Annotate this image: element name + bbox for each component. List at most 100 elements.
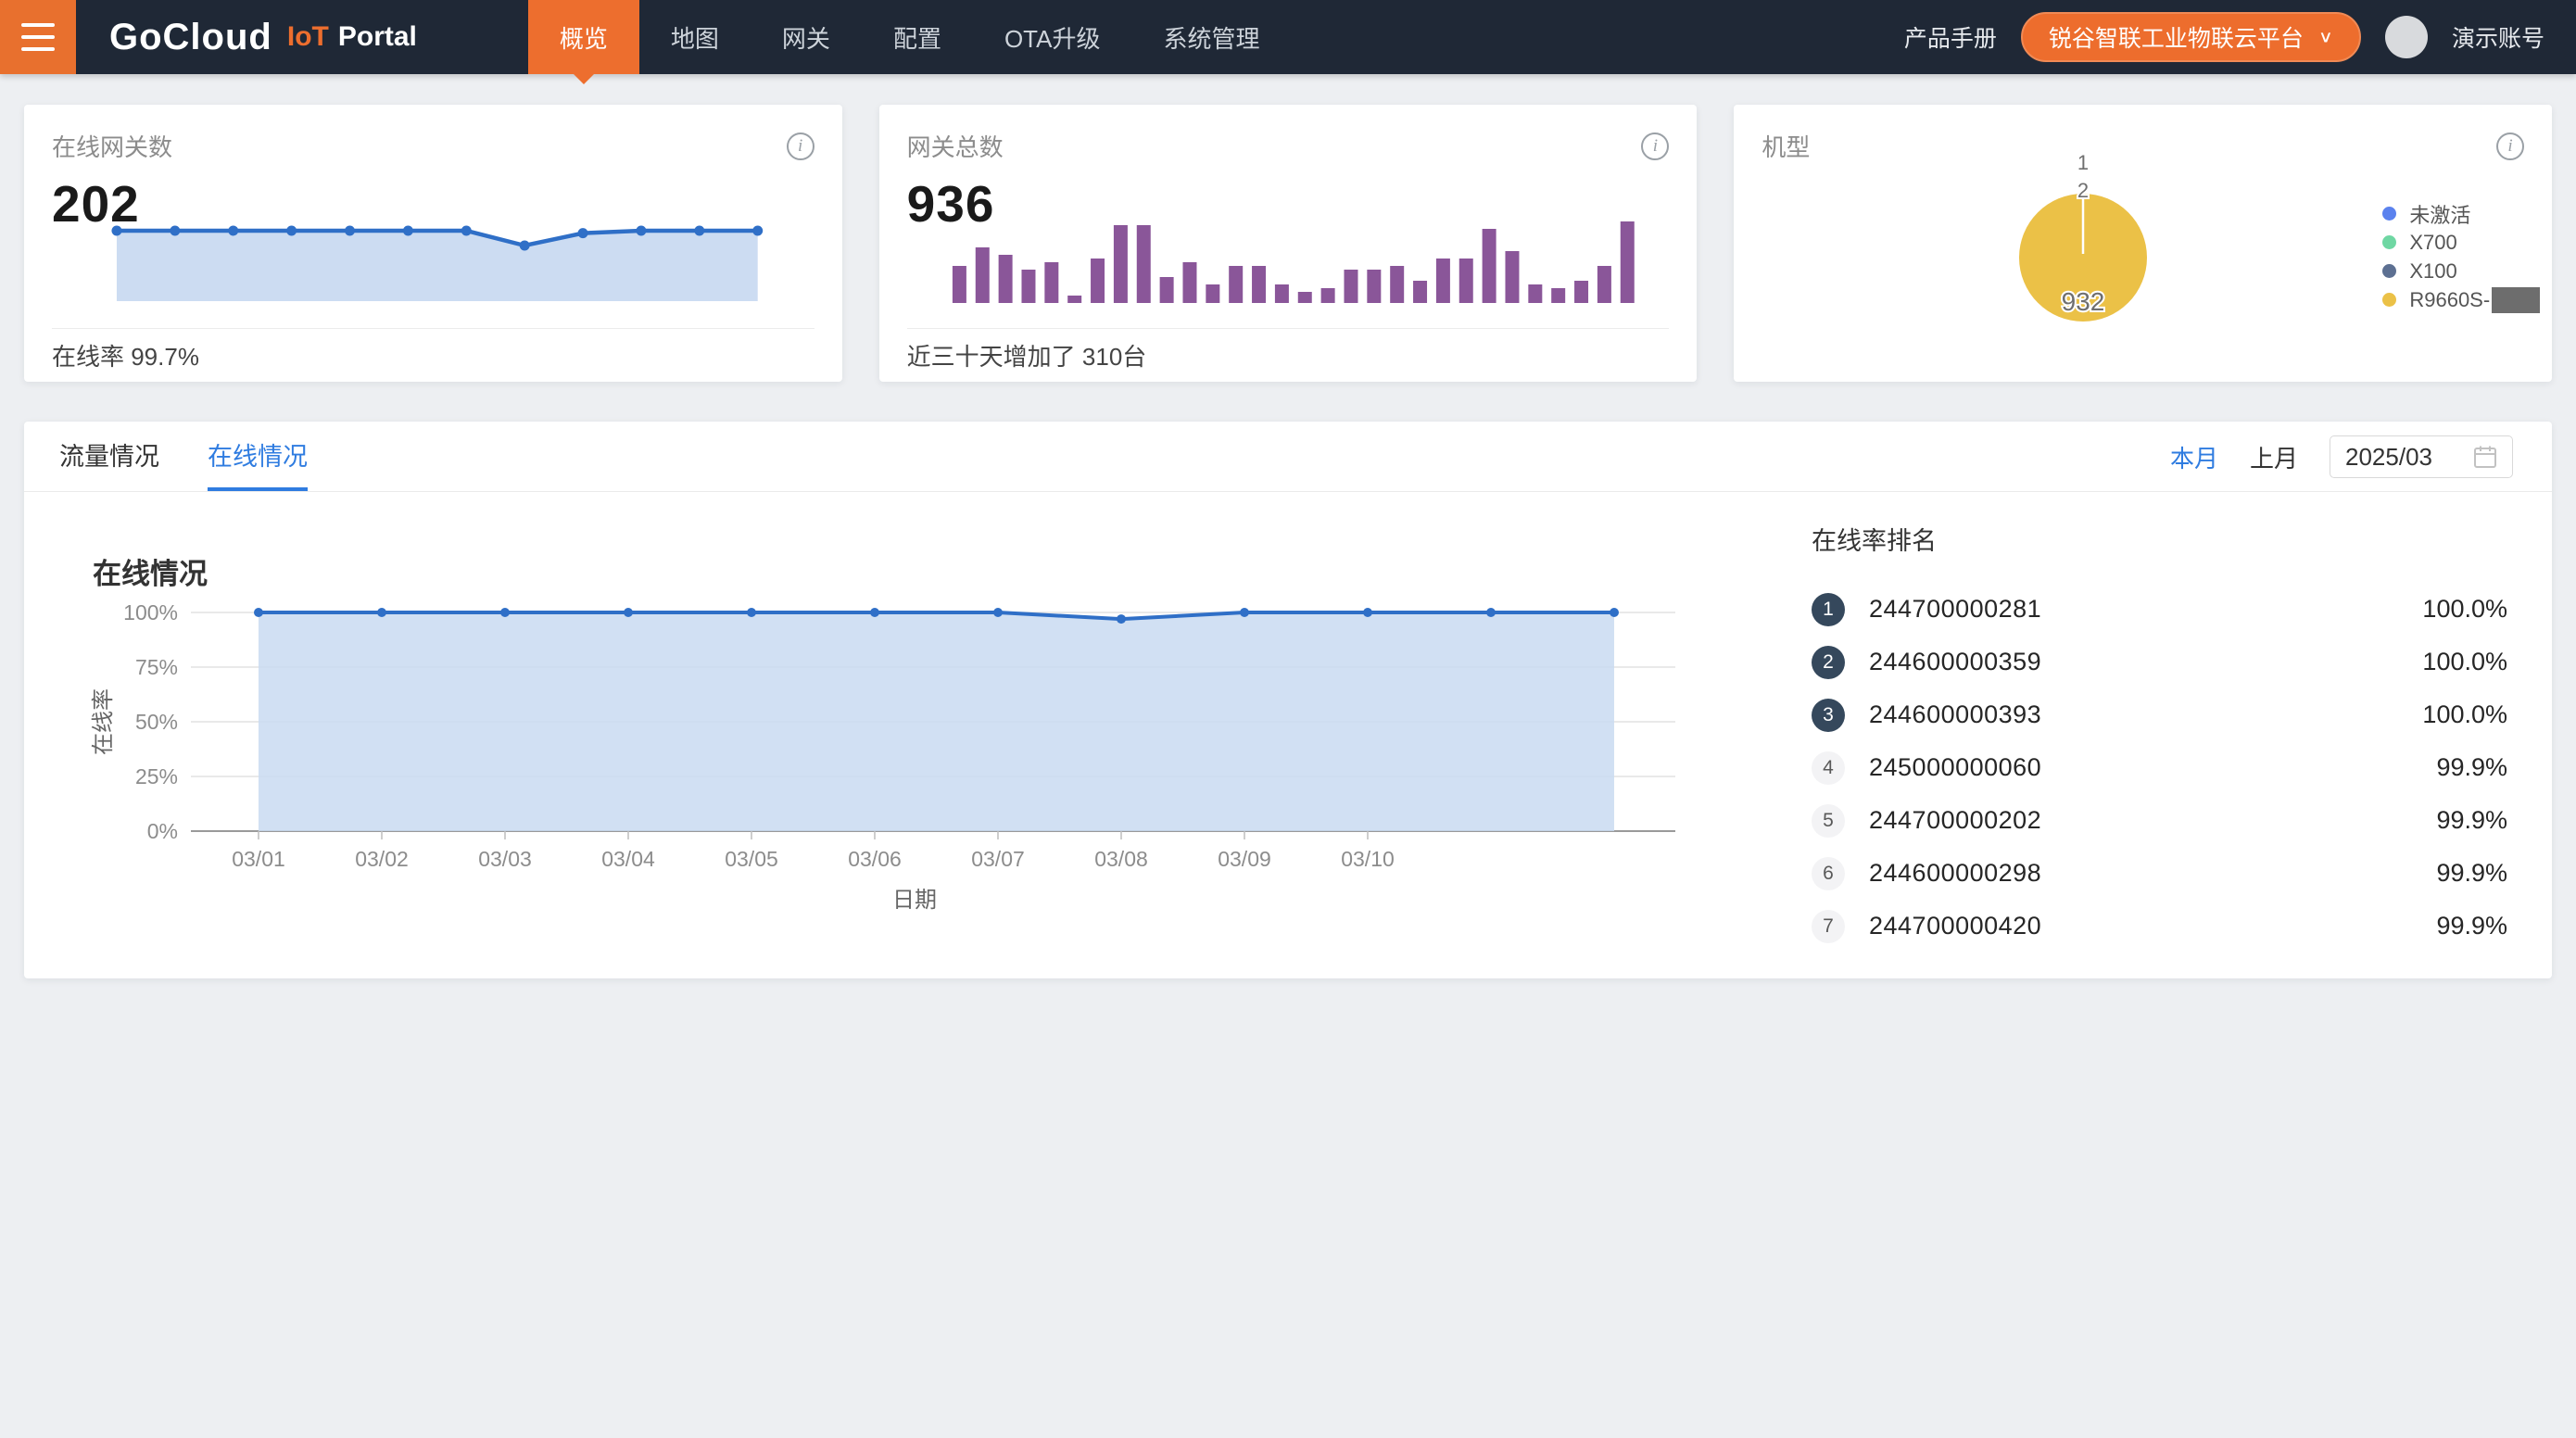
info-icon[interactable]: i [2496, 132, 2524, 160]
svg-text:在线率: 在线率 [91, 688, 116, 755]
main-nav: 概览地图网关配置OTA升级系统管理 [528, 0, 1292, 74]
svg-text:50%: 50% [135, 710, 178, 734]
svg-text:75%: 75% [135, 655, 178, 679]
online-rate-value: 99.9% [2436, 912, 2507, 940]
svg-text:2: 2 [2077, 179, 2089, 202]
gateway-id: 244600000298 [1869, 859, 2041, 888]
app-logo: GoCloud IoT Portal [109, 0, 417, 74]
svg-text:100%: 100% [123, 600, 178, 624]
svg-text:03/01: 03/01 [232, 847, 285, 871]
nav-item-1[interactable]: 概览 [528, 0, 639, 74]
svg-text:03/08: 03/08 [1094, 847, 1148, 871]
menu-icon[interactable] [0, 0, 76, 74]
card-title: 机型 [1762, 129, 1810, 163]
logo-name: GoCloud [109, 17, 272, 58]
model-pie-chart: 1 2 932 [1981, 151, 2185, 355]
svg-text:03/04: 03/04 [601, 847, 655, 871]
card-model-distribution: 机型 i 1 2 932 未激活X700 X100 R9660S- [1734, 105, 2552, 382]
legend-label: X100 [2409, 259, 2456, 284]
gateway-id: 244700000420 [1869, 912, 2041, 940]
product-manual-link[interactable]: 产品手册 [1904, 20, 1997, 54]
calendar-icon [2473, 445, 2497, 469]
rank-badge: 2 [1812, 646, 1845, 679]
online-rate-chart: 在线情况在线率0%25%50%75%100%03/0103/0203/0303/… [85, 552, 1716, 932]
info-icon[interactable]: i [787, 132, 814, 160]
gateways-added-footer: 近三十天增加了 310台 [907, 328, 1670, 382]
legend-item-1: 未激活 [2382, 199, 2540, 228]
legend-item-4: R9660S- [2382, 285, 2540, 314]
nav-item-6[interactable]: 系统管理 [1131, 0, 1291, 74]
online-rate-ranking: 在线率排名 1 244700000281 100.0% 2 244600000359 10… [1812, 525, 2507, 952]
gateway-id: 244700000281 [1869, 595, 2041, 624]
card-title: 在线网关数 [52, 129, 172, 163]
nav-item-5[interactable]: OTA升级 [973, 0, 1132, 74]
svg-text:03/10: 03/10 [1341, 847, 1395, 871]
online-rate-footer: 在线率 99.7% [52, 328, 814, 382]
platform-selector-button[interactable]: 锐谷智联工业物联云平台 ∨ [2021, 12, 2361, 62]
svg-text:03/03: 03/03 [478, 847, 532, 871]
top-navbar: GoCloud IoT Portal 概览地图网关配置OTA升级系统管理 产品手… [0, 0, 2576, 74]
gateway-id: 244600000359 [1869, 648, 2041, 676]
ranking-row: 3 244600000393 100.0% [1812, 688, 2507, 741]
avatar[interactable] [2385, 16, 2428, 58]
ranking-row: 1 244700000281 100.0% [1812, 583, 2507, 636]
last-month-link[interactable]: 上月 [2250, 440, 2298, 474]
rank-badge: 1 [1812, 593, 1845, 626]
legend-dot-icon [2382, 235, 2396, 249]
account-name: 演示账号 [2452, 20, 2544, 54]
rank-badge: 6 [1812, 857, 1845, 890]
legend-dot-icon [2382, 264, 2396, 278]
month-picker-value: 2025/03 [2345, 443, 2464, 472]
legend-label: X700 [2409, 231, 2456, 255]
ranking-row: 7 244700000420 99.9% [1812, 900, 2507, 952]
chevron-down-icon: ∨ [2318, 28, 2333, 47]
svg-text:日期: 日期 [892, 888, 937, 913]
nav-item-3[interactable]: 网关 [751, 0, 862, 74]
panel-tab-1[interactable]: 流量情况 [59, 422, 159, 491]
gateway-id: 244600000393 [1869, 700, 2041, 729]
navbar-right: 产品手册 锐谷智联工业物联云平台 ∨ 演示账号 [1904, 0, 2576, 74]
ranking-row: 424500000006099.9% [1812, 741, 2507, 794]
pie-legend: 未激活X700 X100 R9660S- [2382, 199, 2540, 314]
card-total-gateways: 网关总数 i 936 近三十天增加了 310台 [879, 105, 1698, 382]
online-rate-value: 100.0% [2422, 595, 2507, 624]
card-online-gateways: 在线网关数 i 202 在线率 99.7% [24, 105, 842, 382]
ranking-row: 624460000029899.9% [1812, 847, 2507, 900]
svg-text:1: 1 [2077, 151, 2089, 174]
legend-item-3: X100 [2382, 257, 2540, 285]
detail-panel: 流量情况在线情况 本月 上月 2025/03 在线情况在线率0%25%50%75… [24, 422, 2552, 978]
svg-text:03/09: 03/09 [1218, 847, 1271, 871]
info-icon[interactable]: i [1641, 132, 1669, 160]
legend-dot-icon [2382, 293, 2396, 307]
panel-tabs-row: 流量情况在线情况 本月 上月 2025/03 [24, 422, 2552, 492]
svg-text:25%: 25% [135, 764, 178, 788]
ranking-row: 2 244600000359 100.0% [1812, 636, 2507, 688]
platform-name: 锐谷智联工业物联云平台 [2049, 20, 2304, 54]
this-month-link[interactable]: 本月 [2170, 440, 2218, 474]
svg-text:932: 932 [2062, 287, 2105, 316]
legend-label: R9660S- [2409, 288, 2490, 312]
gateway-id: 245000000060 [1869, 753, 2041, 782]
online-rate-value: 100.0% [2422, 700, 2507, 729]
rank-badge: 7 [1812, 910, 1845, 943]
svg-text:03/05: 03/05 [725, 847, 778, 871]
rank-badge: 3 [1812, 699, 1845, 732]
card-title: 网关总数 [907, 129, 1004, 163]
svg-text:03/02: 03/02 [355, 847, 409, 871]
redacted-block [2492, 287, 2540, 313]
online-rate-value: 100.0% [2422, 648, 2507, 676]
legend-dot-icon [2382, 207, 2396, 221]
nav-item-4[interactable]: 配置 [862, 0, 973, 74]
nav-item-2[interactable]: 地图 [639, 0, 751, 74]
logo-accent: IoT [287, 21, 329, 53]
ranking-row: 524470000020299.9% [1812, 794, 2507, 847]
legend-label: 未激活 [2409, 199, 2470, 229]
online-rate-value: 99.9% [2436, 806, 2507, 835]
panel-tab-2[interactable]: 在线情况 [208, 422, 308, 491]
month-picker[interactable]: 2025/03 [2330, 435, 2513, 478]
panel-tabs: 流量情况在线情况 [59, 422, 356, 491]
stat-cards-row: 在线网关数 i 202 在线率 99.7% 网关总数 i 936 近三十天增加了… [0, 74, 2576, 382]
svg-text:03/07: 03/07 [971, 847, 1025, 871]
ranking-title: 在线率排名 [1812, 525, 2507, 557]
svg-text:0%: 0% [147, 819, 178, 843]
